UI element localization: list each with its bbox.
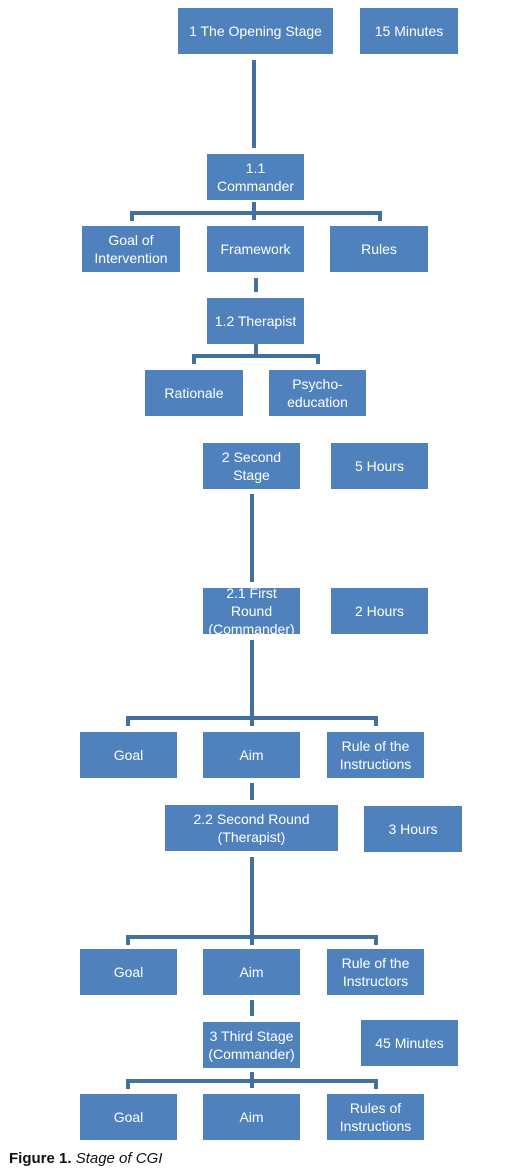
figure-caption: Figure 1. Stage of CGI: [9, 1150, 162, 1167]
node-framework: Framework: [207, 226, 304, 272]
connector-aim-to-2-2: [250, 783, 254, 800]
node-third-stage: 3 Third Stage (Commander): [203, 1022, 300, 1068]
node-2-1-first-round: 2.1 First Round (Commander): [203, 585, 300, 637]
node-2-1-aim: Aim: [203, 732, 300, 778]
connector-2-2-bar: [126, 935, 378, 939]
connector-1-1-bar: [130, 211, 382, 215]
node-1-1-commander: 1.1 Commander: [207, 154, 304, 200]
node-opening-stage-duration: 15 Minutes: [360, 8, 458, 54]
connector-2-1-drop-left: [126, 716, 130, 726]
node-2-2-aim: Aim: [203, 949, 300, 995]
node-second-stage-duration: 5 Hours: [331, 443, 428, 489]
connector-2-1-stem: [250, 640, 254, 726]
node-second-stage: 2 Second Stage: [203, 443, 300, 489]
node-third-stage-duration: 45 Minutes: [361, 1020, 458, 1066]
connector-aim-to-stage3: [250, 1000, 254, 1016]
connector-framework-to-1-2: [254, 278, 258, 292]
figure-title: Stage of CGI: [75, 1150, 163, 1167]
node-2-1-goal: Goal: [80, 732, 177, 778]
connector-2-2-drop-right: [374, 935, 378, 945]
node-3-rules-of-instructions: Rules of Instructions: [327, 1094, 424, 1140]
connector-stage1-to-1-1: [252, 60, 256, 148]
connector-2-2-drop-left: [126, 935, 130, 945]
connector-2-2-stem: [250, 857, 254, 945]
node-goal-of-intervention: Goal of Intervention: [82, 226, 180, 272]
node-2-2-goal: Goal: [80, 949, 177, 995]
connector-3-drop-left: [126, 1079, 130, 1089]
node-psycho-education: Psycho- education: [269, 370, 366, 416]
node-3-goal: Goal: [80, 1094, 177, 1140]
node-opening-stage: 1 The Opening Stage: [178, 8, 333, 54]
node-2-2-rule-of-instructors: Rule of the Instructors: [327, 949, 424, 995]
node-first-round-duration: 2 Hours: [331, 588, 428, 634]
connector-1-2-bar: [192, 354, 320, 358]
connector-2-1-bar: [126, 716, 378, 720]
node-rules: Rules: [330, 226, 428, 272]
node-2-1-rule-of-instructions: Rule of the Instructions: [327, 732, 424, 778]
connector-1-1-drop-right: [378, 211, 382, 221]
connector-stage2-to-2-1: [250, 494, 254, 582]
node-rationale: Rationale: [145, 370, 243, 416]
connector-3-bar: [126, 1079, 378, 1083]
figure-label: Figure 1.: [9, 1150, 72, 1167]
connector-1-2-drop-right: [316, 354, 320, 364]
connector-2-1-drop-right: [374, 716, 378, 726]
node-2-2-second-round: 2.2 Second Round (Therapist): [165, 805, 338, 851]
node-second-round-duration: 3 Hours: [364, 806, 462, 852]
node-1-2-therapist: 1.2 Therapist: [207, 298, 304, 344]
connector-3-drop-right: [374, 1079, 378, 1089]
connector-1-2-drop-left: [192, 354, 196, 364]
connector-1-1-drop-left: [130, 211, 134, 221]
node-3-aim: Aim: [203, 1094, 300, 1140]
